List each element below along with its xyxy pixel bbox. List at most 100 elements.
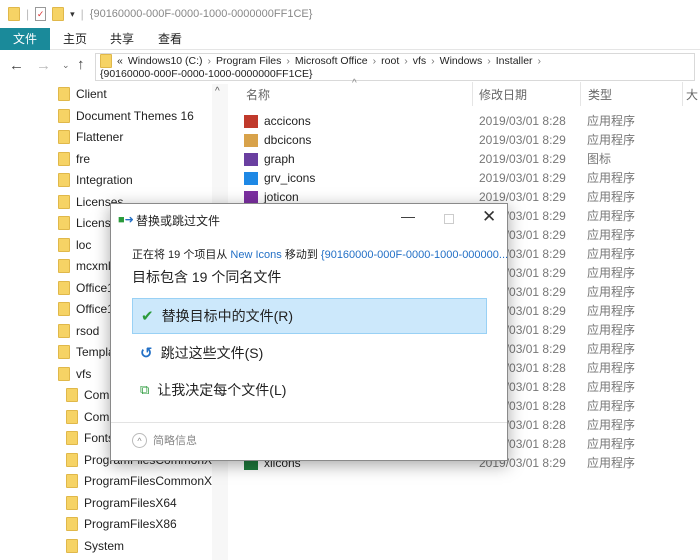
column-header-size[interactable]: 大: [686, 86, 698, 103]
sidebar-item[interactable]: fre: [58, 149, 90, 169]
forward-icon[interactable]: →: [36, 57, 51, 74]
sidebar-item[interactable]: Flattener: [58, 127, 123, 147]
sidebar-item[interactable]: loc: [58, 235, 91, 255]
close-button[interactable]: ✕: [482, 207, 496, 227]
minimize-button[interactable]: —: [401, 208, 415, 224]
fewer-details-toggle[interactable]: ^ 简略信息: [132, 432, 197, 448]
address-bar[interactable]: « Windows10 (C:) › Program Files › Microso…: [95, 53, 695, 81]
sidebar-item-label: System: [84, 538, 125, 553]
sidebar-item[interactable]: Document Themes 16: [58, 106, 194, 126]
crumb[interactable]: Windows10 (C:): [128, 55, 203, 67]
file-name: grv_icons: [264, 171, 316, 185]
sidebar-item-label: vfs: [76, 366, 92, 381]
replace-option[interactable]: ✔ 替换目标中的文件(R): [132, 298, 487, 334]
option-label: 让我决定每个文件(L): [157, 382, 287, 398]
folder-icon: [58, 87, 70, 101]
sidebar-item[interactable]: License: [58, 213, 117, 233]
file-date: 2019/03/01 8:28: [479, 114, 566, 128]
file-type: 应用程序: [587, 456, 636, 470]
text: 移动到: [284, 249, 318, 261]
crumb[interactable]: {90160000-000F-0000-1000-0000000FF1CE}: [100, 68, 313, 80]
folder-icon: [66, 431, 78, 445]
file-type: 应用程序: [587, 171, 636, 185]
sidebar-item-label: Office1: [76, 302, 114, 316]
sidebar-item[interactable]: Client: [58, 84, 107, 104]
folder-icon: [58, 259, 70, 273]
column-header-name[interactable]: 名称: [246, 86, 270, 103]
crumb-separator: ›: [207, 55, 212, 67]
folder-icon: [58, 345, 70, 359]
file-row[interactable]: graph 2019/03/01 8:29 图标: [244, 150, 684, 169]
new-folder-icon[interactable]: [52, 7, 65, 21]
file-type: 应用程序: [587, 209, 636, 223]
option-label: 替换目标中的文件(R): [161, 308, 294, 324]
file-name: accicons: [264, 114, 311, 128]
file-row[interactable]: grv_icons 2019/03/01 8:29 应用程序: [244, 169, 684, 188]
quick-access-dropdown-icon[interactable]: ▾: [70, 9, 75, 20]
window-title: {90160000-000F-0000-1000-0000000FF1CE}: [89, 8, 313, 20]
sidebar-item-label: Flattener: [76, 130, 124, 144]
overflow-crumb[interactable]: «: [117, 55, 123, 67]
sidebar-item[interactable]: Fonts: [66, 428, 114, 448]
crumb[interactable]: Installer: [496, 55, 533, 67]
file-type: 应用程序: [587, 323, 636, 337]
folder-icon: [8, 7, 20, 21]
file-icon: [244, 172, 258, 185]
destination-link[interactable]: {90160000-000F-0000-1000-000000...: [321, 249, 508, 261]
column-divider[interactable]: [580, 82, 581, 106]
file-row[interactable]: dbcicons 2019/03/01 8:29 应用程序: [244, 131, 684, 150]
crumb[interactable]: Program Files: [216, 55, 281, 67]
sort-ascending-icon: ^: [352, 78, 357, 89]
sidebar-item[interactable]: ProgramFilesX64: [66, 493, 177, 513]
column-header-type[interactable]: 类型: [588, 86, 612, 103]
file-type: 应用程序: [587, 380, 636, 394]
sidebar-item-label: ProgramFilesX86: [84, 517, 177, 531]
sidebar-item[interactable]: vfs: [58, 364, 91, 384]
tab-file[interactable]: 文件: [0, 28, 50, 50]
sidebar-item[interactable]: ProgramFilesCommonX86: [66, 471, 225, 491]
sidebar-item[interactable]: Templa: [58, 342, 115, 362]
source-link[interactable]: New Icons: [230, 249, 281, 261]
sidebar-item-label: loc: [76, 237, 92, 252]
recent-dropdown-icon[interactable]: ⌄: [62, 60, 70, 71]
sidebar-item[interactable]: ProgramFilesX86: [66, 514, 177, 534]
sidebar-item-label: Integration: [76, 173, 133, 187]
folder-icon: [58, 151, 70, 166]
sidebar-item-label: ProgramFilesCommonX86: [84, 474, 226, 488]
crumb-separator: ›: [286, 55, 290, 67]
sidebar-item[interactable]: System: [66, 536, 124, 556]
properties-icon[interactable]: ✓: [35, 7, 47, 21]
file-type: 应用程序: [587, 418, 636, 432]
file-row[interactable]: accicons 2019/03/01 8:28 应用程序: [244, 112, 684, 131]
sidebar-item[interactable]: Office1: [58, 299, 114, 319]
back-icon[interactable]: ←: [9, 57, 24, 74]
folder-icon: [66, 495, 78, 510]
crumb[interactable]: Windows: [440, 55, 483, 67]
folder-icon: [66, 517, 78, 531]
column-divider[interactable]: [682, 82, 683, 106]
tab-home[interactable]: 主页: [63, 28, 87, 50]
scroll-up-icon[interactable]: ^: [215, 86, 220, 97]
up-icon[interactable]: ↑: [77, 56, 85, 73]
tab-share[interactable]: 共享: [110, 28, 134, 50]
sidebar-item[interactable]: Office1: [58, 278, 114, 298]
decide-each-option[interactable]: ⧉ 让我决定每个文件(L): [132, 372, 487, 408]
crumb[interactable]: root: [381, 55, 399, 67]
crumb-separator: ›: [487, 55, 491, 67]
tab-view[interactable]: 查看: [158, 28, 182, 50]
replace-or-skip-dialog: ■➜ 替换或跳过文件 — ✕ 正在将 19 个项目从 New Icons 移动到…: [110, 203, 508, 461]
file-type: 图标: [587, 152, 612, 166]
file-type: 应用程序: [587, 361, 636, 375]
sidebar-item[interactable]: Integration: [58, 170, 133, 190]
skip-icon: ↺: [140, 345, 153, 362]
sidebar-item[interactable]: mcxml: [58, 256, 111, 276]
column-divider[interactable]: [472, 82, 473, 106]
skip-option[interactable]: ↺ 跳过这些文件(S): [132, 335, 487, 371]
column-header-date[interactable]: 修改日期: [479, 86, 527, 103]
crumb[interactable]: vfs: [413, 55, 426, 67]
crumb-separator: ›: [431, 55, 435, 67]
move-icon: ■➜: [118, 214, 134, 226]
crumb[interactable]: Microsoft Office: [295, 55, 368, 67]
sidebar-item[interactable]: rsod: [58, 321, 99, 341]
file-type: 应用程序: [587, 266, 636, 280]
